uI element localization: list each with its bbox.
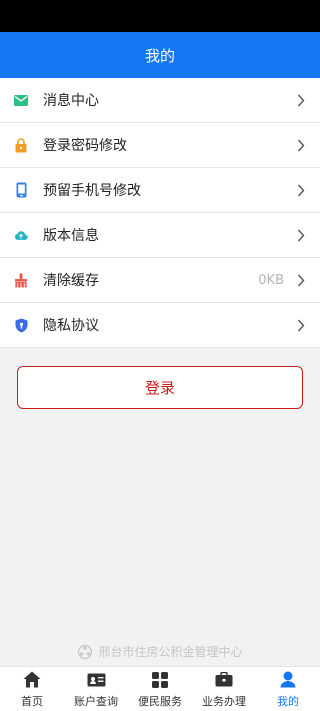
id-card-icon [87, 670, 106, 690]
briefcase-icon [215, 670, 233, 690]
tab-convenience-services[interactable]: 便民服务 [128, 667, 192, 711]
chevron-right-icon [296, 138, 306, 152]
user-icon [280, 670, 296, 690]
menu-item-label: 隐私协议 [43, 318, 99, 334]
cloud-upload-icon [14, 227, 28, 243]
tab-account-query[interactable]: 账户查询 [64, 667, 128, 711]
settings-menu: 消息中心 登录密码修改 预留手机号修改 版本信息 清除缓存 0KB 隐私协议 [0, 78, 320, 348]
chevron-right-icon [296, 318, 306, 332]
menu-item-label: 版本信息 [43, 228, 99, 244]
menu-item-label: 预留手机号修改 [43, 183, 141, 199]
tab-mine[interactable]: 我的 [256, 667, 320, 711]
menu-item-messages[interactable]: 消息中心 [0, 78, 320, 123]
chevron-right-icon [296, 93, 306, 107]
tab-home[interactable]: 首页 [0, 667, 64, 711]
footer-brand: 邢台市住房公积金管理中心 [0, 643, 320, 660]
tab-label: 便民服务 [138, 694, 182, 708]
chevron-right-icon [296, 273, 306, 287]
cache-size-value: 0KB [258, 272, 284, 288]
bottom-tab-bar: 首页 账户查询 便民服务 业务办理 我的 [0, 666, 320, 711]
page-title: 我的 [144, 46, 175, 65]
login-section: 登录 [0, 348, 320, 409]
menu-item-label: 清除缓存 [43, 273, 99, 289]
tab-business-handling[interactable]: 业务办理 [192, 667, 256, 711]
menu-item-change-phone[interactable]: 预留手机号修改 [0, 168, 320, 213]
chevron-right-icon [296, 183, 306, 197]
grid-icon [152, 670, 168, 690]
tab-label: 首页 [21, 694, 43, 708]
mail-icon [14, 92, 28, 108]
menu-item-privacy-policy[interactable]: 隐私协议 [0, 303, 320, 348]
org-logo-icon [77, 644, 93, 660]
menu-item-change-password[interactable]: 登录密码修改 [0, 123, 320, 168]
shield-icon [14, 317, 28, 333]
menu-item-label: 登录密码修改 [43, 138, 127, 154]
chevron-right-icon [296, 228, 306, 242]
menu-item-version-info[interactable]: 版本信息 [0, 213, 320, 258]
tab-label: 业务办理 [202, 694, 246, 708]
login-button[interactable]: 登录 [17, 366, 303, 409]
tab-label: 我的 [277, 694, 299, 708]
status-bar [0, 0, 320, 32]
broom-icon [14, 272, 28, 288]
menu-item-label: 消息中心 [43, 93, 99, 109]
home-icon [23, 670, 41, 690]
lock-icon [14, 137, 28, 153]
org-name: 邢台市住房公积金管理中心 [98, 645, 243, 659]
phone-icon [14, 182, 28, 198]
menu-item-clear-cache[interactable]: 清除缓存 0KB [0, 258, 320, 303]
app-header: 我的 [0, 32, 320, 78]
tab-label: 账户查询 [74, 694, 118, 708]
